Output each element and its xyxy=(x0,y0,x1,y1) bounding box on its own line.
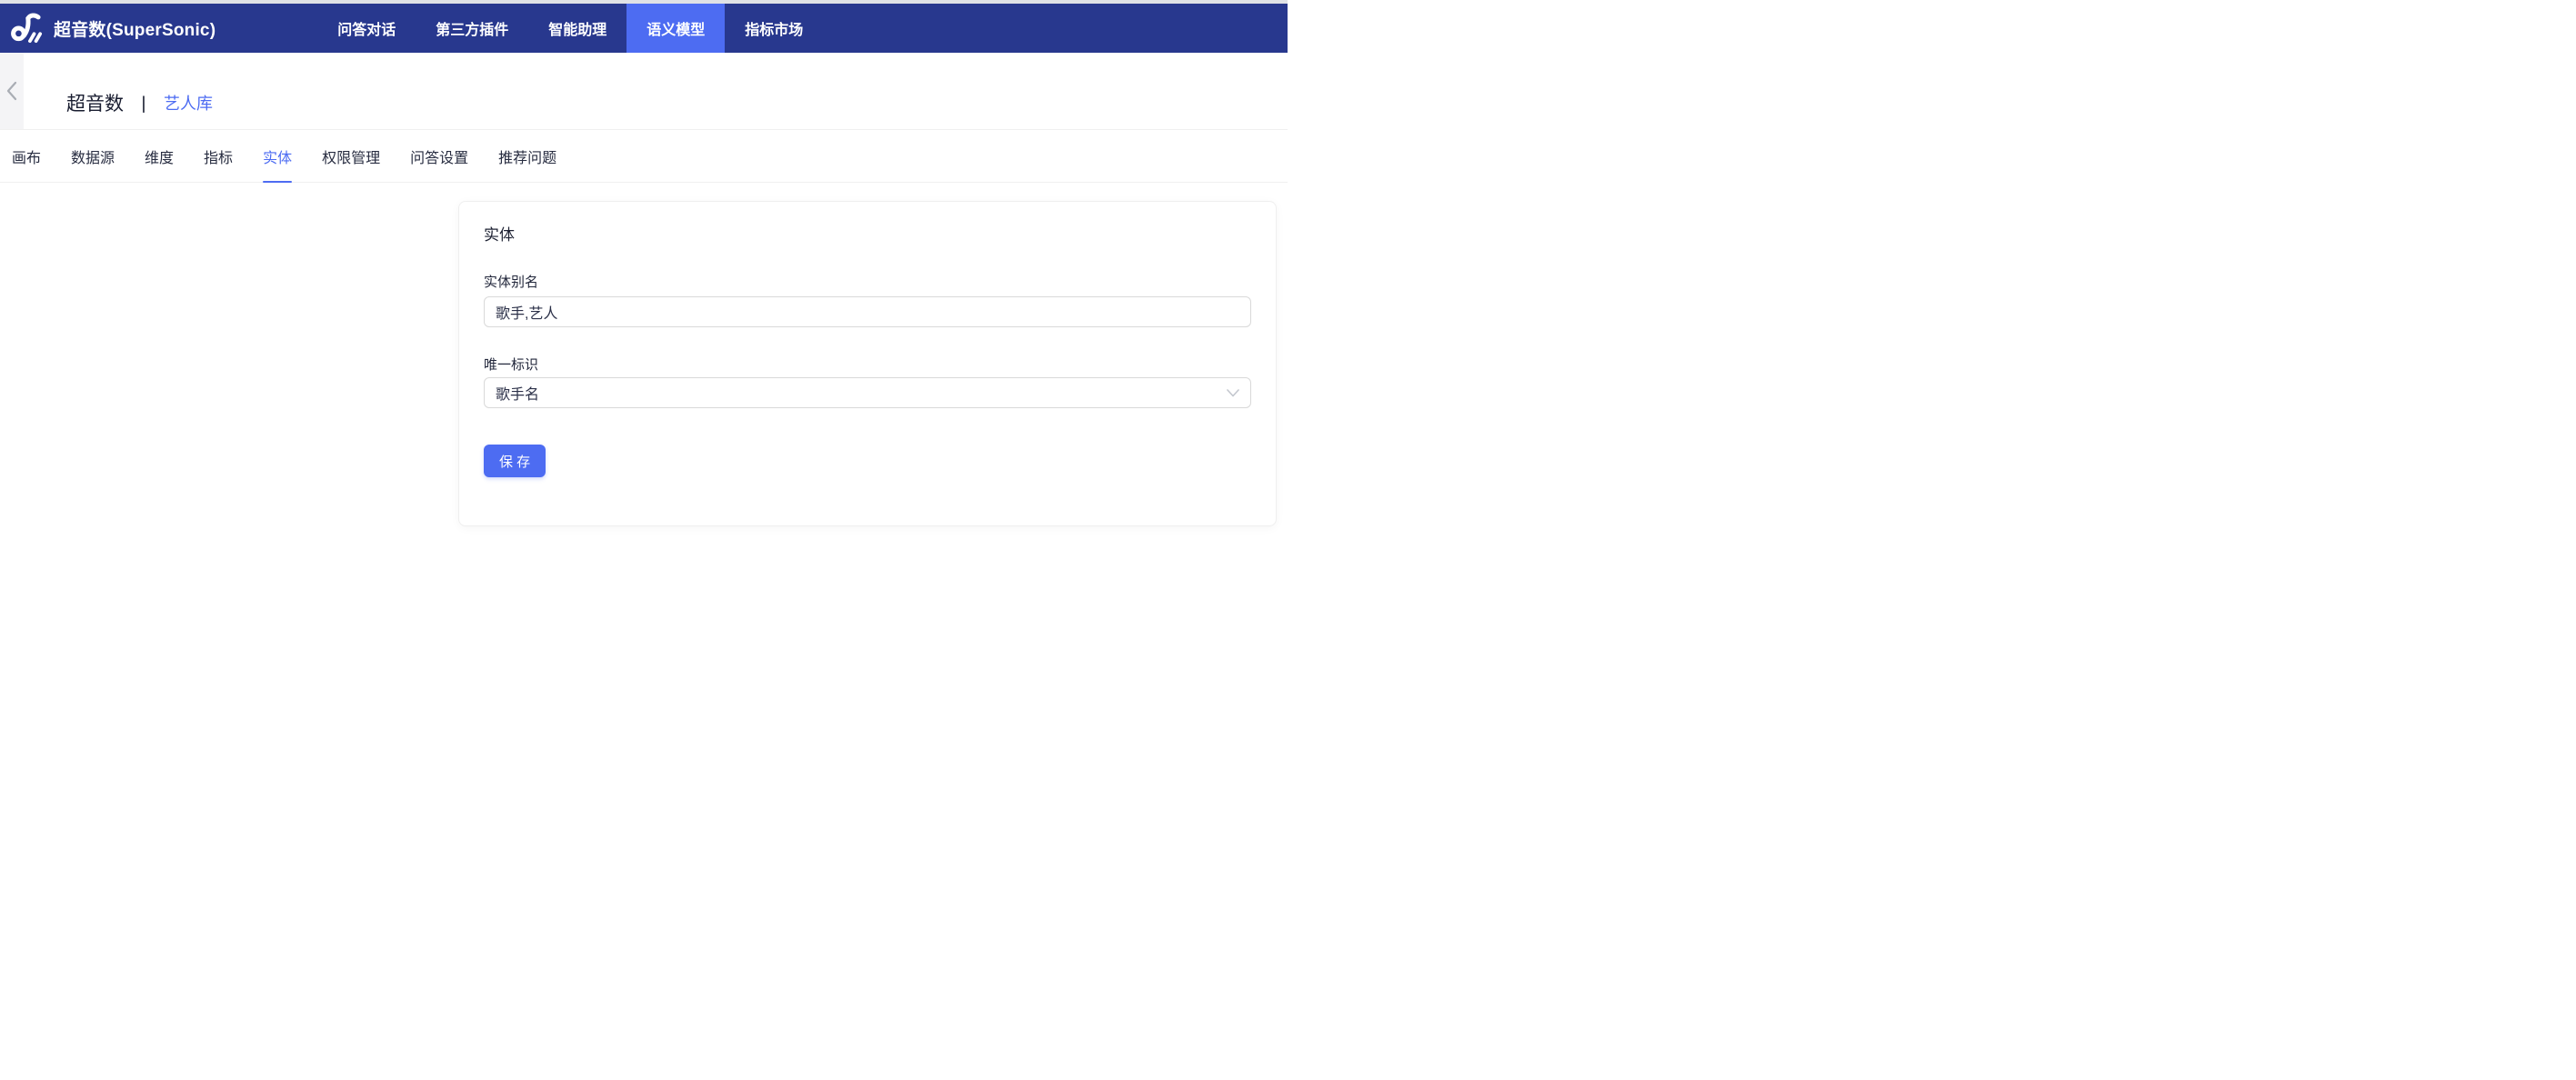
unique-key-label: 唯一标识 xyxy=(484,357,1251,374)
tab-recommended-questions[interactable]: 推荐问题 xyxy=(498,130,556,182)
page-subheader: 超音数 丨 艺人库 xyxy=(0,53,1288,129)
tab-entity[interactable]: 实体 xyxy=(263,130,292,182)
tab-qa-settings[interactable]: 问答设置 xyxy=(410,130,468,182)
tab-dimension[interactable]: 维度 xyxy=(145,130,174,182)
supersonic-logo-icon xyxy=(9,10,45,46)
breadcrumb-current-model[interactable]: 艺人库 xyxy=(164,91,213,115)
chevron-down-icon xyxy=(1227,389,1239,397)
tab-metric[interactable]: 指标 xyxy=(204,130,233,182)
entity-alias-input[interactable] xyxy=(484,296,1251,327)
unique-key-select[interactable]: 歌手名 xyxy=(484,377,1251,408)
nav-item-semantic-model[interactable]: 语义模型 xyxy=(626,4,725,53)
nav-item-metric-market[interactable]: 指标市场 xyxy=(725,4,823,53)
chevron-left-icon xyxy=(5,81,18,101)
save-button[interactable]: 保 存 xyxy=(484,445,546,477)
breadcrumb-parent: 超音数 xyxy=(66,89,124,116)
nav-item-intelligent-assistant[interactable]: 智能助理 xyxy=(528,4,626,53)
tab-canvas[interactable]: 画布 xyxy=(12,130,41,182)
model-tabbar: 画布 数据源 维度 指标 实体 权限管理 问答设置 推荐问题 xyxy=(0,129,1288,183)
brand[interactable]: 超音数(SuperSonic) xyxy=(0,4,216,53)
collapse-rail[interactable] xyxy=(0,53,24,129)
entity-section-title: 实体 xyxy=(484,226,1251,245)
content-area: 实体 实体别名 唯一标识 歌手名 保 存 xyxy=(0,183,1288,540)
brand-title: 超音数(SuperSonic) xyxy=(54,16,216,41)
breadcrumb-separator: 丨 xyxy=(135,90,153,116)
main-nav: 问答对话 第三方插件 智能助理 语义模型 指标市场 xyxy=(317,4,823,53)
tab-datasource[interactable]: 数据源 xyxy=(71,130,115,182)
breadcrumb: 超音数 丨 艺人库 xyxy=(66,53,213,129)
nav-item-qa-chat[interactable]: 问答对话 xyxy=(317,4,416,53)
nav-item-third-party-plugin[interactable]: 第三方插件 xyxy=(416,4,528,53)
entity-alias-label: 实体别名 xyxy=(484,275,1251,291)
entity-card: 实体 实体别名 唯一标识 歌手名 保 存 xyxy=(458,201,1277,526)
unique-key-select-value: 歌手名 xyxy=(496,382,539,404)
tab-permission[interactable]: 权限管理 xyxy=(322,130,380,182)
top-navbar: 超音数(SuperSonic) 问答对话 第三方插件 智能助理 语义模型 指标市… xyxy=(0,4,1288,53)
